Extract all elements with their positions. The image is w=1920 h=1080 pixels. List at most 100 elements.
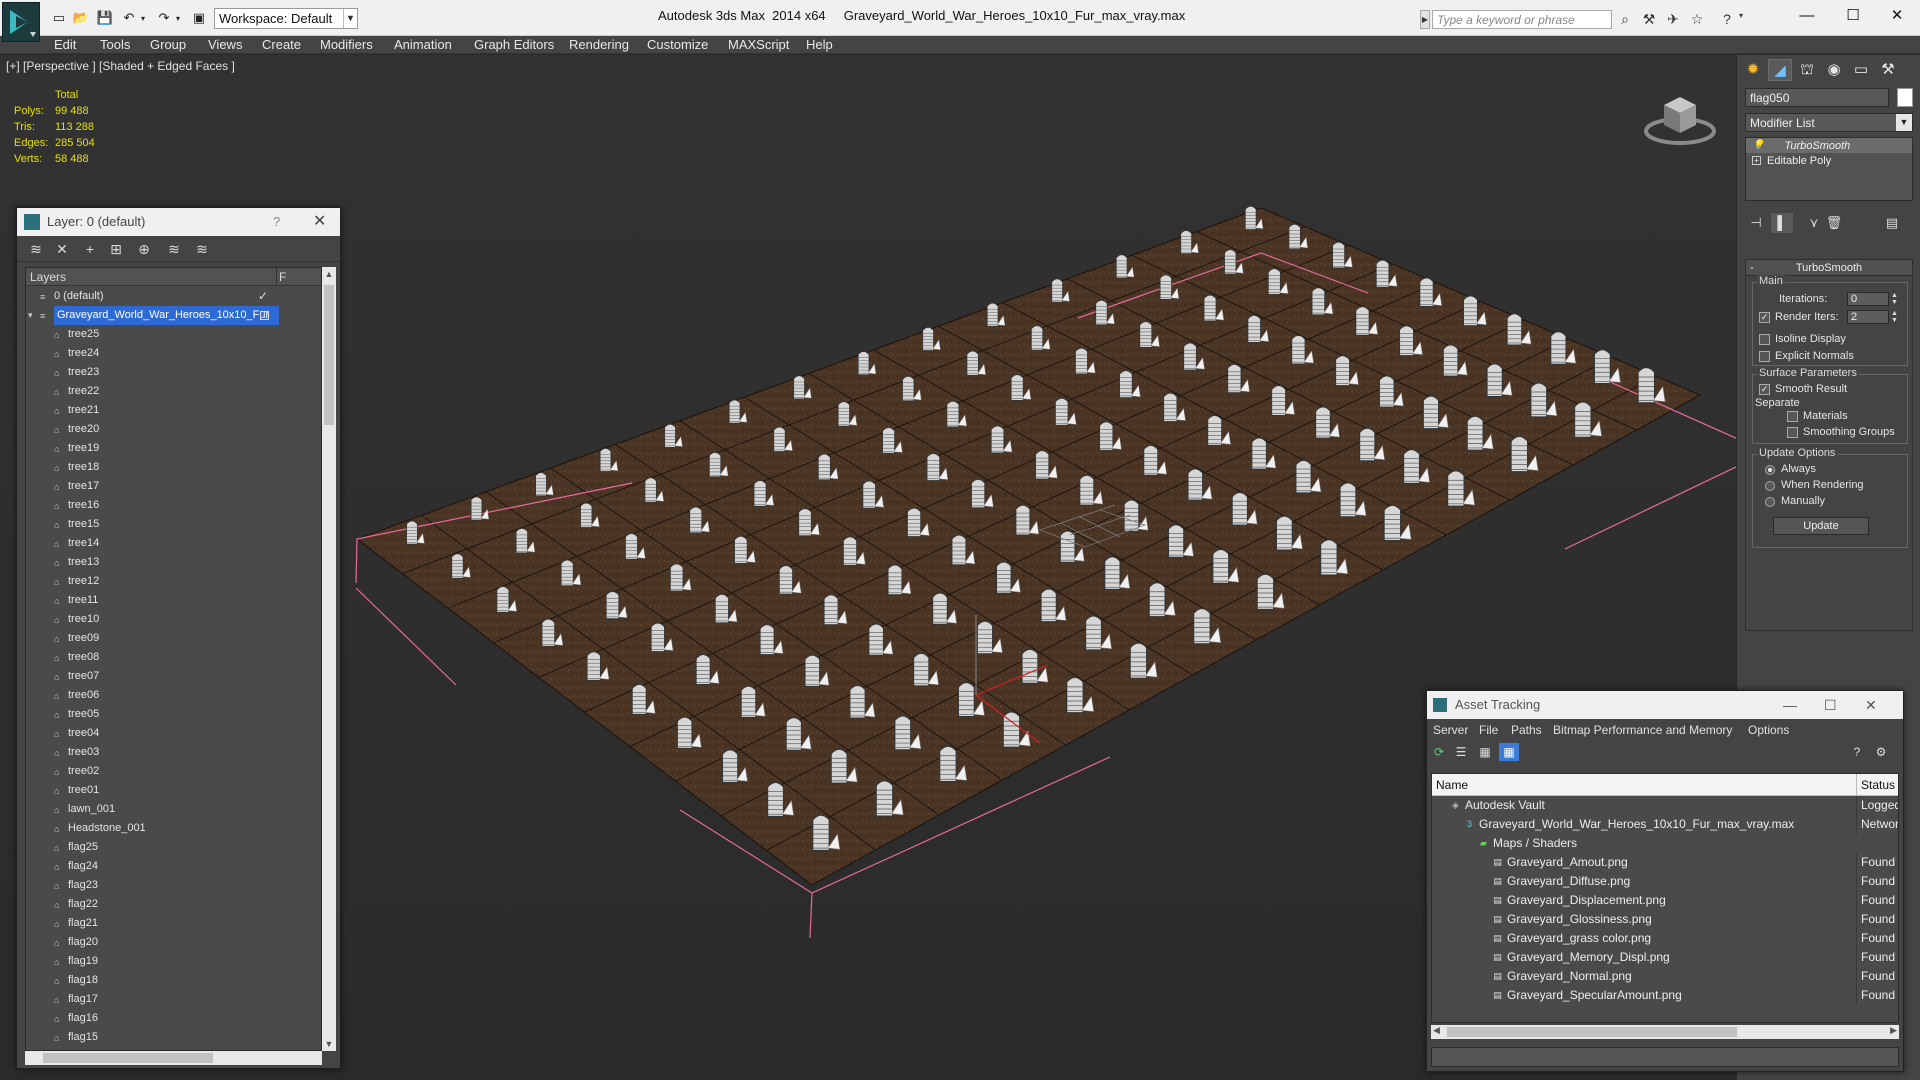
layer-object-row[interactable]: ⌂ tree17 <box>26 477 321 496</box>
layer-object-row[interactable]: ⌂ tree03 <box>26 743 321 762</box>
layer-object-row[interactable]: ⌂ tree20 <box>26 420 321 439</box>
expand-plus-icon[interactable]: + <box>1752 156 1761 165</box>
menu-help[interactable]: Help <box>806 37 833 52</box>
scroll-down-icon[interactable]: ▼ <box>322 1037 336 1051</box>
spinner-arrows-icon[interactable]: ▲ ▼ <box>1891 310 1899 324</box>
layer-stack-icon[interactable]: ≋ <box>25 239 47 259</box>
layer-object-row[interactable]: ⌂ tree09 <box>26 629 321 648</box>
workspace-select[interactable]: Workspace: Default ▼ <box>214 8 358 29</box>
layer-row[interactable]: ≡ Graveyard_World_War_Heroes_10x10_Fur ▾ <box>26 306 321 325</box>
layer-object-row[interactable]: ⌂ flag22 <box>26 895 321 914</box>
render-iters-checkbox[interactable]: ✓ <box>1759 312 1770 323</box>
layer-object-row[interactable]: ⌂ tree05 <box>26 705 321 724</box>
asset-row[interactable]: ▤ Graveyard_Diffuse.png Found <box>1432 872 1898 891</box>
vertical-scrollbar[interactable]: ▲ ▼ <box>322 267 336 1051</box>
close-button[interactable]: ✕ <box>1874 4 1920 28</box>
modifier-list-dropdown[interactable]: Modifier List ▼ <box>1745 113 1913 132</box>
spinner-arrows-icon[interactable]: ▲ ▼ <box>1891 292 1899 306</box>
help-icon[interactable]: ? <box>1718 11 1736 29</box>
asset-path-field[interactable] <box>1431 1047 1899 1067</box>
layers-column-header[interactable]: Layers F <box>26 268 321 286</box>
close-icon[interactable]: ✕ <box>313 208 326 236</box>
pin-stack-icon[interactable]: ⊣ <box>1745 213 1767 233</box>
layer-object-row[interactable]: ⌂ flag15 <box>26 1028 321 1047</box>
layer-object-row[interactable]: ⌂ tree25 <box>26 325 321 344</box>
update-button[interactable]: Update <box>1773 517 1869 535</box>
asset-row[interactable]: 3 Graveyard_World_War_Heroes_10x10_Fur_ma… <box>1432 815 1898 834</box>
horizontal-scrollbar[interactable] <box>25 1051 322 1065</box>
save-file-icon[interactable]: 💾 <box>96 9 114 27</box>
make-unique-icon[interactable]: ⋎ <box>1803 213 1825 233</box>
name-column-header[interactable]: Name <box>1436 774 1468 796</box>
viewport-label[interactable]: [+] [Perspective ] [Shaded + Edged Faces… <box>6 59 235 73</box>
menu-paths[interactable]: Paths <box>1511 723 1542 737</box>
undo-icon[interactable]: ↶ <box>120 9 138 27</box>
expand-arrow-icon[interactable]: ▾ <box>28 306 33 325</box>
undo-dropdown-icon[interactable]: ▾ <box>138 9 148 27</box>
object-name-field[interactable]: flag050 <box>1745 88 1889 107</box>
scroll-right-icon[interactable]: ▶ <box>1890 1025 1897 1036</box>
app-menu-button[interactable] <box>2 2 40 42</box>
layer-object-row[interactable]: ⌂ tree24 <box>26 344 321 363</box>
modify-tab-icon[interactable]: ◢ <box>1768 59 1792 81</box>
layer-object-row[interactable]: ⌂ tree18 <box>26 458 321 477</box>
scroll-left-icon[interactable]: ◀ <box>1433 1025 1440 1036</box>
asset-row[interactable]: ▤ Graveyard_grass color.png Found <box>1432 929 1898 948</box>
favorites-star-icon[interactable]: ☆ <box>1688 11 1706 29</box>
layer-object-row[interactable]: ⌂ flag24 <box>26 857 321 876</box>
horizontal-scrollbar[interactable]: ◀ ▶ <box>1431 1025 1899 1039</box>
layer-object-row[interactable]: ⌂ tree07 <box>26 667 321 686</box>
menu-edit[interactable]: Edit <box>54 37 76 52</box>
scrollbar-thumb[interactable] <box>1447 1027 1737 1037</box>
layer-object-row[interactable]: ⌂ tree15 <box>26 515 321 534</box>
always-radio[interactable] <box>1765 465 1775 475</box>
asset-row[interactable]: ▤ Graveyard_Memory_Displ.png Found <box>1432 948 1898 967</box>
redo-dropdown-icon[interactable]: ▾ <box>173 9 183 27</box>
object-color-swatch[interactable] <box>1897 88 1913 107</box>
refresh-icon[interactable]: ⟳ <box>1429 743 1449 761</box>
menu-group[interactable]: Group <box>150 37 186 52</box>
layer-object-row[interactable]: ⌂ flag18 <box>26 971 321 990</box>
subscription-icon[interactable]: ⚒ <box>1640 11 1658 29</box>
show-end-result-icon[interactable]: ▌ <box>1771 213 1793 233</box>
maximize-button[interactable]: ☐ <box>1830 4 1876 28</box>
layer-object-row[interactable]: ⌂ tree16 <box>26 496 321 515</box>
lightbulb-icon[interactable]: 💡 <box>1752 140 1764 151</box>
search-expand-icon[interactable]: ▶ <box>1420 10 1430 29</box>
stack-item-turbosmooth[interactable]: 💡 TurboSmooth <box>1746 138 1912 153</box>
workspace-menu-icon[interactable]: ▼ <box>346 8 358 29</box>
asset-row[interactable]: ▰ Maps / Shaders <box>1432 834 1898 853</box>
smoothing-groups-checkbox[interactable] <box>1787 427 1798 438</box>
layer-object-row[interactable]: ⌂ tree21 <box>26 401 321 420</box>
layer-object-row[interactable]: ⌂ tree19 <box>26 439 321 458</box>
motion-tab-icon[interactable]: ◉ <box>1822 59 1846 81</box>
layer-object-row[interactable]: ⌂ tree06 <box>26 686 321 705</box>
layer-object-row[interactable]: ⌂ flag21 <box>26 914 321 933</box>
new-scene-icon[interactable]: ▭ <box>50 9 68 27</box>
menu-create[interactable]: Create <box>262 37 301 52</box>
thumbnail-view-icon[interactable]: ▦ <box>1475 743 1495 761</box>
close-icon[interactable]: ✕ <box>1865 691 1877 719</box>
manually-radio[interactable] <box>1765 497 1775 507</box>
asset-row[interactable]: ▤ Graveyard_SpecularAmount.png Found <box>1432 986 1898 1005</box>
select-layer-icon[interactable]: ⊞ <box>105 239 127 259</box>
menu-views[interactable]: Views <box>208 37 242 52</box>
utilities-tab-icon[interactable]: ⚒ <box>1876 59 1900 81</box>
menu-maxscript[interactable]: MAXScript <box>728 37 789 52</box>
search-input[interactable]: Type a keyword or phrase <box>1432 10 1612 29</box>
explicit-normals-checkbox[interactable] <box>1759 351 1770 362</box>
layer-object-row[interactable]: ⌂ flag25 <box>26 838 321 857</box>
menu-rendering[interactable]: Rendering <box>569 37 629 52</box>
rollout-header[interactable]: - TurboSmooth <box>1746 260 1912 276</box>
menu-server[interactable]: Server <box>1433 723 1468 737</box>
binoculars-icon[interactable]: ⌕ <box>1616 11 1634 29</box>
open-file-icon[interactable]: 📂 <box>72 9 90 27</box>
delete-layer-icon[interactable]: ✕ <box>51 239 73 259</box>
list-view-icon[interactable]: ☰ <box>1451 743 1471 761</box>
highlight-layer-icon[interactable]: ≋ <box>163 239 185 259</box>
layer-object-row[interactable]: ⌂ tree13 <box>26 553 321 572</box>
create-tab-icon[interactable]: ✹ <box>1741 59 1765 81</box>
layer-object-row[interactable]: ⌂ Headstone_001 <box>26 819 321 838</box>
layer-object-row[interactable]: ⌂ tree23 <box>26 363 321 382</box>
menu-animation[interactable]: Animation <box>394 37 452 52</box>
